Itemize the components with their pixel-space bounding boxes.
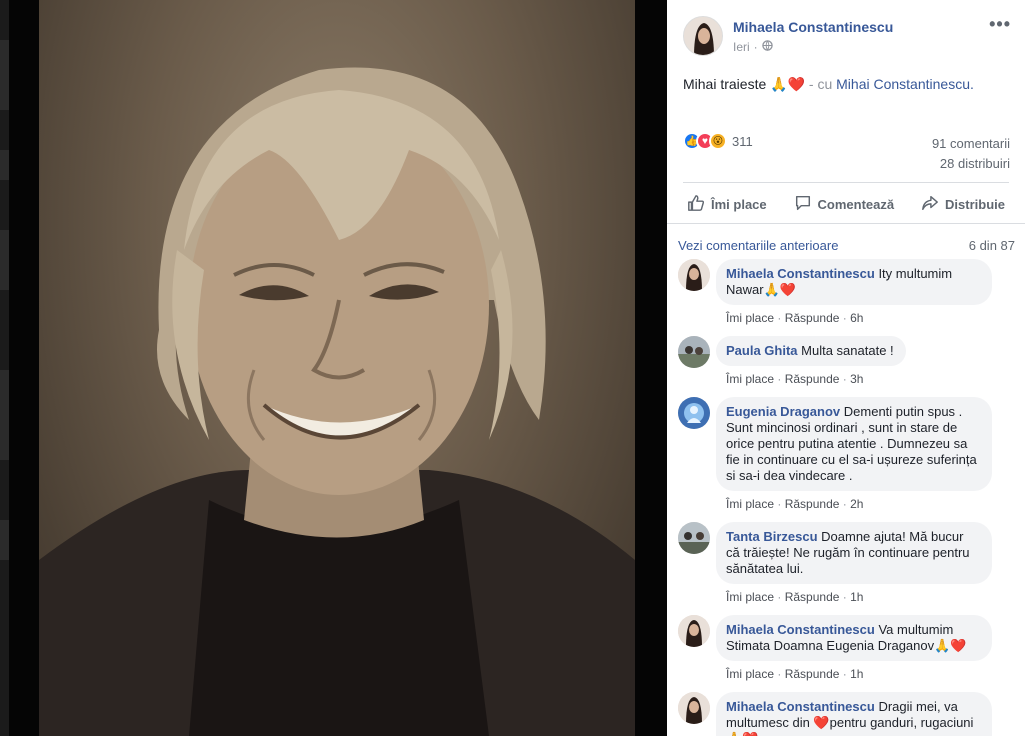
wow-reaction-icon: 😮 bbox=[709, 132, 727, 150]
comment-item: Mihaela Constantinescu Ity multumim Nawa… bbox=[678, 259, 1018, 325]
commenter-name[interactable]: Paula Ghita bbox=[726, 343, 798, 358]
comment-time[interactable]: 1h bbox=[850, 590, 863, 604]
with-separator: - cu bbox=[805, 76, 837, 92]
post-panel: Mihaela Constantinescu Ieri · ••• Mihai … bbox=[667, 0, 1025, 736]
commenter-avatar[interactable] bbox=[678, 522, 710, 554]
comment-item: Mihaela Constantinescu Va multumim Stima… bbox=[678, 615, 1018, 681]
post-time[interactable]: Ieri bbox=[733, 40, 750, 54]
comment-reply-link[interactable]: Răspunde bbox=[785, 311, 840, 325]
comment-bubble: Mihaela Constantinescu Ity multumim Nawa… bbox=[716, 259, 992, 305]
commenter-name[interactable]: Eugenia Draganov bbox=[726, 404, 840, 419]
commenter-avatar[interactable] bbox=[678, 397, 710, 429]
photo-viewer bbox=[0, 0, 667, 736]
view-previous-comments-link[interactable]: Vezi comentariile anterioare bbox=[678, 238, 838, 253]
separator: · bbox=[777, 590, 782, 604]
comment-bubble: Eugenia Draganov Dementi putin spus . Su… bbox=[716, 397, 992, 491]
comment-actions: Îmi place · Răspunde · 1h bbox=[726, 590, 992, 604]
author-avatar[interactable] bbox=[683, 16, 723, 56]
commenter-name[interactable]: Mihaela Constantinescu bbox=[726, 699, 875, 714]
share-button[interactable]: Distribuie bbox=[921, 194, 1005, 215]
background-page-edge bbox=[0, 0, 9, 736]
comment-text: Multa sanatate ! bbox=[801, 343, 894, 358]
reactions-summary[interactable]: 👍 ♥ 😮 311 bbox=[683, 132, 753, 150]
commenter-avatar[interactable] bbox=[678, 259, 710, 291]
share-icon bbox=[921, 194, 939, 215]
comments-pagination-count: 6 din 87 bbox=[968, 238, 1015, 253]
commenter-name[interactable]: Mihaela Constantinescu bbox=[726, 266, 875, 281]
commenter-avatar[interactable] bbox=[678, 692, 710, 724]
post-text: Mihai traieste 🙏❤️ - cu Mihai Constantin… bbox=[683, 76, 974, 93]
separator: · bbox=[842, 311, 847, 325]
comment-bubble: Tanta Birzescu Doamne ajuta! Mă bucur că… bbox=[716, 522, 992, 584]
separator: · bbox=[777, 311, 782, 325]
comment-bubble: Mihaela Constantinescu Dragii mei, va mu… bbox=[716, 692, 992, 736]
separator: · bbox=[842, 372, 847, 386]
comment-time[interactable]: 1h bbox=[850, 667, 863, 681]
shares-count[interactable]: 28 distribuiri bbox=[932, 154, 1010, 174]
share-label: Distribuie bbox=[945, 197, 1005, 212]
comment-actions: Îmi place · Răspunde · 1h bbox=[726, 667, 992, 681]
comment-reply-link[interactable]: Răspunde bbox=[785, 372, 840, 386]
post-actions: Îmi place Comentează Distribuie bbox=[683, 182, 1009, 226]
comment-item: Mihaela Constantinescu Dragii mei, va mu… bbox=[678, 692, 1018, 736]
comment-item: Paula Ghita Multa sanatate ! Îmi place ·… bbox=[678, 336, 1018, 386]
comment-bubble: Paula Ghita Multa sanatate ! bbox=[716, 336, 906, 366]
post-message: Mihai traieste 🙏❤️ bbox=[683, 76, 806, 92]
comment-label: Comentează bbox=[817, 197, 895, 212]
comment-button[interactable]: Comentează bbox=[794, 194, 895, 215]
tagged-person[interactable]: Mihai Constantinescu. bbox=[836, 76, 974, 92]
post-photo[interactable] bbox=[39, 0, 635, 736]
separator: · bbox=[777, 667, 782, 681]
comment-like-link[interactable]: Îmi place bbox=[726, 497, 774, 511]
like-label: Îmi place bbox=[711, 197, 767, 212]
separator: · bbox=[842, 590, 847, 604]
like-button[interactable]: Îmi place bbox=[687, 194, 767, 215]
reaction-count: 311 bbox=[732, 133, 753, 149]
portrait-illustration bbox=[39, 67, 635, 736]
separator: · bbox=[842, 497, 847, 511]
comment-like-link[interactable]: Îmi place bbox=[726, 590, 774, 604]
comments-count[interactable]: 91 comentarii bbox=[932, 134, 1010, 154]
comment-time[interactable]: 3h bbox=[850, 372, 863, 386]
commenter-avatar[interactable] bbox=[678, 615, 710, 647]
post-meta: Ieri · bbox=[733, 40, 773, 54]
globe-icon bbox=[761, 40, 773, 54]
comment-actions: Îmi place · Răspunde · 3h bbox=[726, 372, 906, 386]
more-icon[interactable]: ••• bbox=[989, 14, 1011, 35]
commenter-avatar[interactable] bbox=[678, 336, 710, 368]
post-stats: 91 comentarii 28 distribuiri bbox=[932, 134, 1010, 174]
commenter-name[interactable]: Tanta Birzescu bbox=[726, 529, 818, 544]
comments-section: Vezi comentariile anterioare 6 din 87 Mi… bbox=[667, 223, 1025, 736]
comment-actions: Îmi place · Răspunde · 2h bbox=[726, 497, 992, 511]
commenter-name[interactable]: Mihaela Constantinescu bbox=[726, 622, 875, 637]
comment-bubble: Mihaela Constantinescu Va multumim Stima… bbox=[716, 615, 992, 661]
comment-icon bbox=[794, 194, 812, 215]
comment-like-link[interactable]: Îmi place bbox=[726, 311, 774, 325]
comment-like-link[interactable]: Îmi place bbox=[726, 667, 774, 681]
meta-separator: · bbox=[753, 40, 758, 54]
separator: · bbox=[777, 372, 782, 386]
thumbs-up-icon bbox=[687, 194, 705, 215]
comment-reply-link[interactable]: Răspunde bbox=[785, 497, 840, 511]
author-name[interactable]: Mihaela Constantinescu bbox=[733, 19, 893, 35]
separator: · bbox=[842, 667, 847, 681]
separator: · bbox=[777, 497, 782, 511]
comment-reply-link[interactable]: Răspunde bbox=[785, 590, 840, 604]
comment-time[interactable]: 6h bbox=[850, 311, 863, 325]
comment-item: Tanta Birzescu Doamne ajuta! Mă bucur că… bbox=[678, 522, 1018, 604]
comment-time[interactable]: 2h bbox=[850, 497, 863, 511]
comment-actions: Îmi place · Răspunde · 6h bbox=[726, 311, 992, 325]
comment-item: Eugenia Draganov Dementi putin spus . Su… bbox=[678, 397, 1018, 511]
comment-reply-link[interactable]: Răspunde bbox=[785, 667, 840, 681]
comment-like-link[interactable]: Îmi place bbox=[726, 372, 774, 386]
